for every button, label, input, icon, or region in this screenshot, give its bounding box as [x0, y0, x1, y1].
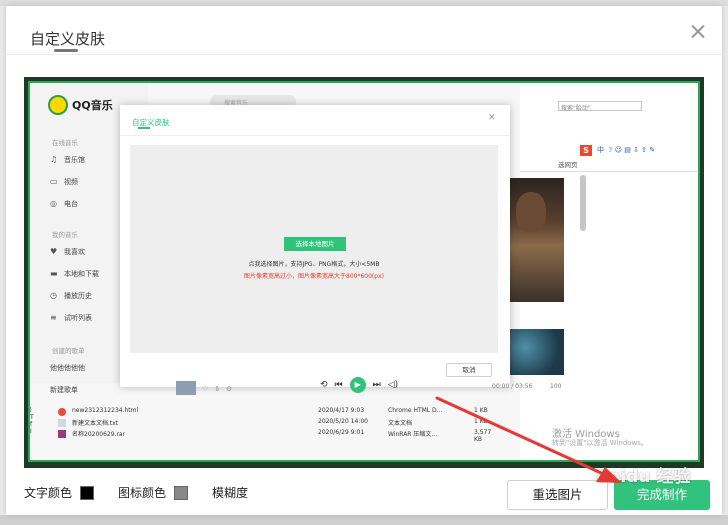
- file-date: 2020/4/17 9:03: [318, 407, 365, 414]
- sidebar-item-music-hall: ♫ 音乐馆: [50, 155, 85, 165]
- left-label: T: [30, 414, 34, 421]
- heart-icon: ♥: [50, 247, 58, 256]
- inner-divider: [120, 135, 510, 136]
- file-row: 名称20200629.rar 2020/6/29 9:01 WinRAR 压缩文…: [58, 429, 492, 443]
- sogou-logo-icon: S: [580, 145, 592, 156]
- text-file-icon: [58, 419, 66, 427]
- sidebar-item-label: 本地和下载: [64, 270, 99, 278]
- preview-screenshot: QQ音乐 在线音乐 ♫ 音乐馆 ▭ 视频 ◎ 电台 我的音乐 ♥ 我喜欢 ▬ 本…: [28, 81, 700, 462]
- inner-cancel-button: 取消: [446, 363, 492, 377]
- text-color-swatch[interactable]: [80, 485, 95, 500]
- list-icon: ≡: [50, 313, 57, 322]
- file-row: new2312312234.html 2020/4/17 9:03 Chrome…: [58, 407, 488, 418]
- sogou-toolbar-icons: 中 ☽ ☺ ▤ ⇩ ⇧ ✎: [597, 146, 656, 154]
- sidebar-item-trial-list: ≡ 试听列表: [50, 313, 92, 323]
- sogou-toolbar: S 中 ☽ ☺ ▤ ⇩ ⇧ ✎: [580, 145, 655, 156]
- choose-local-image-button: 选择本地图片: [284, 237, 346, 251]
- scrollbar-thumb: [580, 175, 586, 231]
- icon-color-swatch[interactable]: [174, 485, 189, 500]
- skin-preview: QQ音乐 在线音乐 ♫ 音乐馆 ▭ 视频 ◎ 电台 我的音乐 ♥ 我喜欢 ▬ 本…: [24, 77, 704, 468]
- qq-logo-text: QQ音乐: [72, 99, 113, 112]
- sidebar-item-label: 播放历史: [64, 292, 92, 300]
- header-divider: [6, 54, 722, 55]
- file-size: 1 KB: [474, 418, 488, 425]
- sidebar-item-history: ◷ 播放历史: [50, 291, 92, 301]
- upload-warning: 图片像素宽高过小，图片像素宽高大于800*600(px): [244, 273, 384, 280]
- left-label: l: [30, 407, 32, 414]
- custom-skin-dialog: 自定义皮肤 QQ音乐 在线音乐 ♫ 音乐馆 ▭ 视频 ◎ 电台 我的音乐 ♥ 我…: [6, 6, 722, 515]
- sidebar-playlist-2: 新建歌单: [50, 386, 78, 394]
- sidebar-item-label: 电台: [64, 200, 78, 208]
- text-color-label: 文字颜色: [24, 486, 73, 500]
- file-row: 新建文本文档.txt 2020/5/20 14:00 文本文档 1 KB: [58, 418, 488, 429]
- reselect-image-button[interactable]: 重选图片: [507, 480, 608, 510]
- previous-icon: ⏮: [334, 380, 343, 390]
- sidebar-item-video: ▭ 视频: [50, 177, 78, 187]
- rar-file-icon: [58, 430, 66, 438]
- video-icon: ▭: [50, 177, 58, 186]
- left-label: I: [30, 428, 32, 435]
- file-type: WinRAR 压缩文...: [388, 431, 438, 438]
- file-name: new2312312234.html: [72, 407, 139, 414]
- file-size: 1 KB: [474, 407, 488, 414]
- file-name: 新建文本文档.txt: [72, 420, 119, 427]
- speaker-icon: ◁): [387, 380, 399, 390]
- file-name: 名称20200629.rar: [72, 431, 126, 438]
- text-color-control[interactable]: 文字颜色: [24, 484, 95, 501]
- file-type: 文本文档: [388, 420, 413, 427]
- baidu-watermark: Baidu 经验: [596, 467, 691, 487]
- chrome-file-icon: [58, 408, 66, 416]
- inner-close-icon: ✕: [488, 113, 496, 123]
- play-time: 00:00 / 03:56: [492, 383, 533, 390]
- sidebar-item-label: 音乐馆: [64, 156, 85, 164]
- sidebar-item-local: ▬ 本地和下载: [50, 269, 99, 279]
- repeat-icon: ⟲: [320, 380, 328, 390]
- inner-title-underline: [138, 127, 150, 129]
- volume-value: 100: [550, 383, 562, 390]
- close-icon[interactable]: [686, 20, 710, 44]
- inner-skin-modal: 自定义皮肤 ✕ 选择本地图片 点我选择图片，支持JPG、PNG格式，大小<5MB…: [120, 105, 510, 387]
- sidebar-group-created: 创建的歌单: [52, 347, 85, 355]
- background-app-bottom: [0, 515, 728, 525]
- sidebar-group-mine: 我的音乐: [52, 231, 78, 239]
- sidebar-playlist-1: 他他他他他: [50, 364, 85, 372]
- now-playing-thumb: [176, 381, 196, 395]
- left-label: f: [30, 421, 33, 428]
- file-date: 2020/6/29 9:01: [318, 429, 365, 436]
- radio-icon: ◎: [50, 199, 57, 208]
- sidebar-item-label: 视频: [64, 178, 78, 186]
- file-size: 3,577 KB: [474, 429, 492, 443]
- player-controls: ⟲ ⏮ ▶ ⏭ ◁): [320, 377, 398, 393]
- icon-color-label: 图标颜色: [118, 486, 167, 500]
- file-type: Chrome HTML D...: [388, 407, 443, 414]
- sidebar-group-online: 在线音乐: [52, 139, 78, 147]
- upload-area: 选择本地图片 点我选择图片，支持JPG、PNG格式，大小<5MB 图片像素宽高过…: [130, 145, 498, 353]
- browser-divider: [520, 171, 698, 172]
- sidebar-item-label: 我喜欢: [64, 248, 85, 256]
- music-note-icon: ♫: [50, 155, 58, 164]
- icon-color-control[interactable]: 图标颜色: [118, 484, 189, 501]
- computer-icon: ▬: [50, 269, 58, 278]
- file-list: new2312312234.html 2020/4/17 9:03 Chrome…: [58, 407, 492, 443]
- activate-windows-subtitle: 转到"设置"以激活 Windows。: [552, 439, 648, 447]
- blur-control[interactable]: 模糊度: [212, 484, 248, 501]
- select-webpage-label: 选网页: [558, 161, 578, 169]
- player-small-icons: ♡⇩⊙: [202, 385, 239, 393]
- browser-search-box: 搜索"胎动": [558, 101, 642, 112]
- next-icon: ⏭: [372, 380, 381, 390]
- blur-label: 模糊度: [212, 486, 249, 500]
- sidebar-item-liked: ♥ 我喜欢: [50, 247, 85, 257]
- dialog-title: 自定义皮肤: [30, 30, 106, 48]
- sidebar-item-label: 试听列表: [64, 314, 92, 322]
- upload-hint: 点我选择图片，支持JPG、PNG格式，大小<5MB: [248, 261, 380, 268]
- clock-icon: ◷: [50, 291, 57, 300]
- qq-music-logo-icon: [48, 95, 68, 115]
- sidebar-item-radio: ◎ 电台: [50, 199, 78, 209]
- play-icon: ▶: [349, 377, 366, 393]
- explorer-left-labels: l T f I: [30, 407, 44, 447]
- file-date: 2020/5/20 14:00: [318, 418, 368, 425]
- title-underline: [54, 49, 78, 52]
